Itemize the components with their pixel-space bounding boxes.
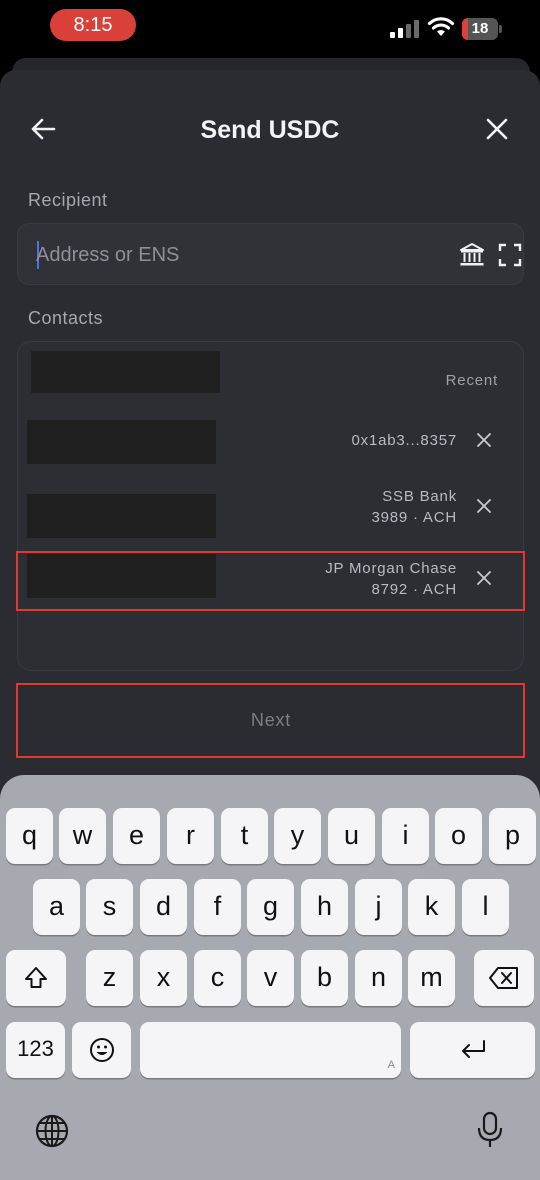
backspace-icon [489, 967, 518, 989]
key-z[interactable]: z [86, 950, 133, 1006]
key-p[interactable]: p [489, 808, 536, 864]
key-w[interactable]: w [59, 808, 106, 864]
keyboard: q w e r t y u i o p a s d f g h j k l z … [0, 775, 540, 1180]
backspace-key[interactable] [474, 950, 534, 1006]
close-icon [477, 433, 491, 447]
back-button[interactable] [26, 112, 60, 146]
remove-contact-button[interactable] [473, 495, 495, 517]
recipient-label: Recipient [28, 190, 108, 210]
battery-level: 18 [471, 20, 489, 37]
key-j[interactable]: j [355, 879, 402, 935]
key-r[interactable]: r [167, 808, 214, 864]
key-h[interactable]: h [301, 879, 348, 935]
emoji-key[interactable] [72, 1022, 131, 1078]
emoji-icon [89, 1038, 114, 1062]
key-o[interactable]: o [435, 808, 482, 864]
space-key[interactable]: A [140, 1022, 401, 1078]
return-key[interactable] [410, 1022, 535, 1078]
highlight-next-box [16, 683, 525, 758]
key-s[interactable]: s [86, 879, 133, 935]
numbers-key[interactable]: 123 [6, 1022, 65, 1078]
recipient-input[interactable] [36, 238, 436, 272]
status-time: 8:15 [50, 9, 136, 41]
key-t[interactable]: t [221, 808, 268, 864]
key-i[interactable]: i [382, 808, 429, 864]
contacts-list: Recent 0x1ab3...8357 SSB Bank 3989 · ACH… [17, 341, 524, 671]
redacted-block [31, 351, 220, 393]
close-icon [477, 499, 491, 513]
key-v[interactable]: v [247, 950, 294, 1006]
shift-key[interactable] [6, 950, 66, 1006]
space-hint: A [387, 1059, 395, 1071]
wifi-icon [427, 17, 455, 36]
key-a[interactable]: a [33, 879, 80, 935]
contact-item[interactable]: SSB Bank 3989 · ACH [18, 486, 523, 546]
key-x[interactable]: x [140, 950, 187, 1006]
contacts-label: Contacts [28, 308, 104, 328]
shift-icon [25, 967, 47, 988]
key-l[interactable]: l [462, 879, 509, 935]
return-icon [461, 1040, 485, 1058]
redacted-contact-name [27, 494, 216, 538]
status-bar: 8:15 18 [0, 0, 540, 56]
key-u[interactable]: u [328, 808, 375, 864]
contact-details: SSB Bank 3989 · ACH [371, 486, 457, 528]
globe-icon[interactable] [34, 1113, 70, 1149]
key-d[interactable]: d [140, 879, 187, 935]
arrow-left-icon [31, 118, 56, 140]
contact-line1: 0x1ab3...8357 [351, 432, 457, 449]
contact-item[interactable]: 0x1ab3...8357 [18, 420, 523, 480]
contact-details: 0x1ab3...8357 [352, 430, 457, 451]
cellular-signal-icon [390, 18, 420, 38]
battery-icon: 18 [462, 18, 502, 40]
close-button[interactable] [480, 112, 514, 146]
key-b[interactable]: b [301, 950, 348, 1006]
key-n[interactable]: n [355, 950, 402, 1006]
page-title: Send USDC [200, 116, 340, 144]
key-y[interactable]: y [274, 808, 321, 864]
recent-label: Recent [445, 372, 498, 389]
key-k[interactable]: k [408, 879, 455, 935]
key-c[interactable]: c [194, 950, 241, 1006]
bank-icon[interactable] [459, 242, 485, 268]
highlight-contact-box [16, 551, 525, 611]
key-e[interactable]: e [113, 808, 160, 864]
contact-line1: SSB Bank [382, 488, 457, 505]
sheet-header: Send USDC [0, 100, 540, 162]
key-m[interactable]: m [408, 950, 455, 1006]
microphone-icon[interactable] [476, 1111, 504, 1149]
remove-contact-button[interactable] [473, 429, 495, 451]
key-q[interactable]: q [6, 808, 53, 864]
scan-qr-icon[interactable] [498, 243, 522, 267]
contact-line2: 3989 · ACH [371, 509, 457, 526]
recipient-field[interactable] [17, 223, 524, 285]
key-f[interactable]: f [194, 879, 241, 935]
redacted-contact-name [27, 420, 216, 464]
key-g[interactable]: g [247, 879, 294, 935]
close-icon [486, 118, 508, 140]
